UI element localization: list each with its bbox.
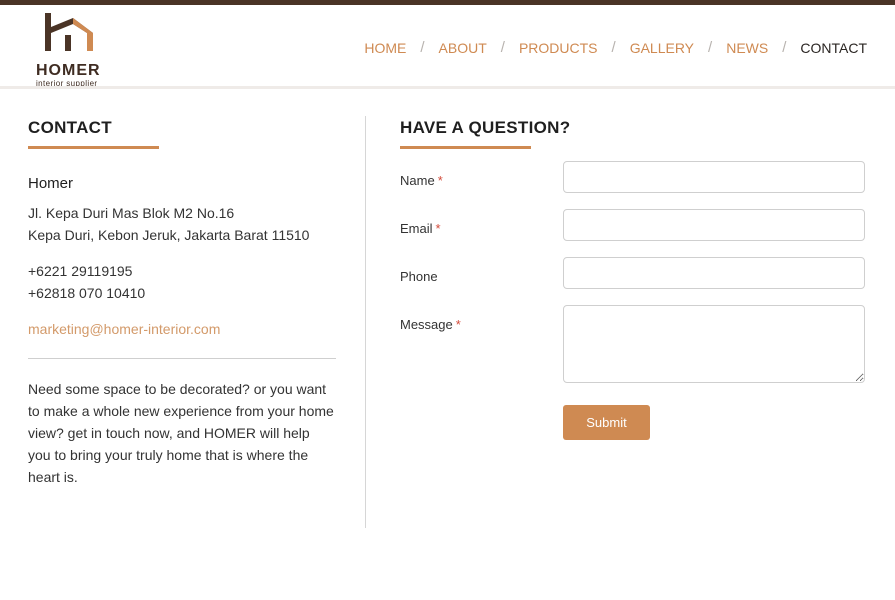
message-label-text: Message <box>400 317 453 332</box>
nav-about[interactable]: ABOUT <box>439 40 487 56</box>
nav-separator: / <box>500 39 505 56</box>
main-nav: HOME / ABOUT / PRODUCTS / GALLERY / NEWS… <box>364 39 867 56</box>
homer-logo[interactable]: HOMER interior supplier <box>36 13 106 88</box>
nav-news[interactable]: NEWS <box>726 40 768 56</box>
nav-separator: / <box>708 39 713 56</box>
address: Jl. Kepa Duri Mas Blok M2 No.16 Kepa Dur… <box>28 202 336 246</box>
phone-numbers: +6221 29119195 +62818 070 10410 <box>28 260 336 304</box>
email-label: Email * <box>400 220 441 238</box>
house-logo-icon <box>45 13 93 51</box>
nav-separator: / <box>420 39 425 56</box>
company-name: Homer <box>28 175 74 192</box>
nav-products[interactable]: PRODUCTS <box>519 40 598 56</box>
phone-2[interactable]: +62818 070 10410 <box>28 282 336 304</box>
submit-button[interactable]: Submit <box>563 405 650 440</box>
question-form: HAVE A QUESTION? Name * Email * Phone Mess… <box>400 117 868 440</box>
contact-title-underline <box>28 146 159 149</box>
phone-1[interactable]: +6221 29119195 <box>28 260 336 282</box>
name-label: Name * <box>400 172 443 190</box>
email-link[interactable]: marketing@homer-interior.com <box>28 318 336 340</box>
name-label-text: Name <box>400 173 435 188</box>
email-input[interactable] <box>563 209 865 241</box>
address-line-1: Jl. Kepa Duri Mas Blok M2 No.16 <box>28 205 235 221</box>
email-label-text: Email <box>400 221 433 236</box>
message-label: Message * <box>400 316 461 334</box>
nav-home[interactable]: HOME <box>364 40 406 56</box>
required-marker: * <box>455 317 461 332</box>
contact-info: CONTACT Homer Jl. Kepa Duri Mas Blok M2 … <box>28 117 336 502</box>
contact-title: CONTACT <box>28 118 112 137</box>
form-title: HAVE A QUESTION? <box>400 118 571 137</box>
name-input[interactable] <box>563 161 865 193</box>
required-marker: * <box>435 221 441 236</box>
nav-separator: / <box>611 39 616 56</box>
message-textarea[interactable] <box>563 305 865 383</box>
nav-gallery[interactable]: GALLERY <box>630 40 694 56</box>
nav-contact[interactable]: CONTACT <box>800 40 867 56</box>
address-line-2: Kepa Duri, Kebon Jeruk, Jakarta Barat 11… <box>28 227 310 243</box>
header-divider <box>0 86 895 89</box>
required-marker: * <box>437 173 443 188</box>
nav-separator: / <box>782 39 787 56</box>
phone-label: Phone <box>400 269 438 284</box>
form-title-underline <box>400 146 531 149</box>
column-divider <box>365 116 366 528</box>
contact-divider <box>28 358 336 359</box>
brand-name: HOMER <box>36 62 101 79</box>
phone-input[interactable] <box>563 257 865 289</box>
about-text: Need some space to be decorated? or you … <box>28 381 334 485</box>
site-header: HOMER interior supplier HOME / ABOUT / P… <box>0 5 895 88</box>
